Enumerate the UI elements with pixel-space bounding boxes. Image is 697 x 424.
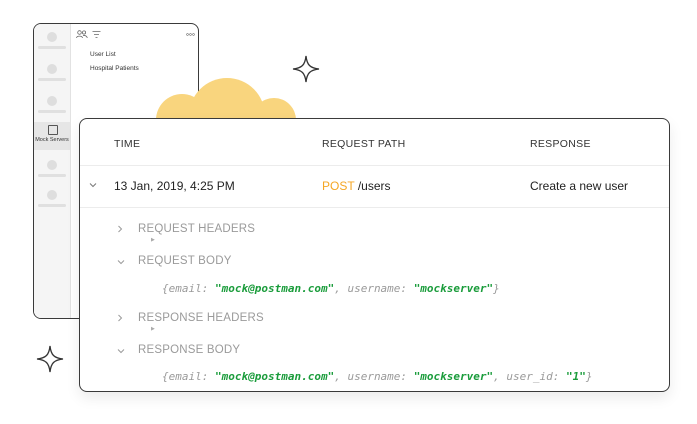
filter-icon[interactable] <box>92 30 101 42</box>
chevron-right-icon[interactable] <box>117 225 123 235</box>
sidebar-item-placeholder[interactable] <box>34 96 70 118</box>
response-headers-toggle[interactable]: RESPONSE HEADERS <box>138 312 264 324</box>
cursor-icon: ▶ <box>151 326 155 332</box>
response-body-code: {email: "mock@postman.com", username: "m… <box>162 370 593 383</box>
mock-server-icon <box>48 125 58 135</box>
column-header-response: RESPONSE <box>530 138 591 150</box>
people-icon[interactable] <box>76 30 88 42</box>
list-item[interactable]: Hospital Patients <box>90 64 139 78</box>
chevron-down-icon[interactable] <box>117 346 125 356</box>
sparkle-icon <box>36 345 64 373</box>
table-row[interactable]: 13 Jan, 2019, 4:25 PM POST /users Create… <box>80 165 669 208</box>
row-time: 13 Jan, 2019, 4:25 PM <box>114 179 235 193</box>
sidebar-item-placeholder[interactable] <box>34 190 70 212</box>
row-response: Create a new user <box>530 179 629 193</box>
request-body-code: {email: "mock@postman.com", username: "m… <box>162 282 500 295</box>
list-item[interactable]: User List <box>90 50 139 64</box>
response-body-toggle[interactable]: RESPONSE BODY <box>138 344 240 356</box>
http-method: POST <box>322 179 355 193</box>
sidebar-item-mock-servers[interactable]: Mock Servers <box>34 122 70 150</box>
column-header-time: TIME <box>114 138 141 150</box>
sidebar-item-placeholder[interactable] <box>34 64 70 86</box>
more-icon[interactable] <box>186 30 195 42</box>
column-header-request-path: REQUEST PATH <box>322 138 406 150</box>
request-path: /users <box>357 179 391 193</box>
cursor-icon: ▶ <box>151 237 155 243</box>
sidebar-item-placeholder[interactable] <box>34 160 70 182</box>
chevron-down-icon[interactable] <box>117 257 125 267</box>
sidebar-item-placeholder[interactable] <box>34 32 70 54</box>
sparkle-icon <box>292 55 320 83</box>
request-headers-toggle[interactable]: REQUEST HEADERS <box>138 223 255 235</box>
chevron-right-icon[interactable] <box>117 314 123 324</box>
request-log-card: TIME REQUEST PATH RESPONSE 13 Jan, 2019,… <box>79 118 670 392</box>
mock-server-list: User List Hospital Patients <box>90 50 139 78</box>
sidebar-rail: Mock Servers <box>34 24 71 318</box>
chevron-down-icon[interactable] <box>89 180 97 190</box>
request-body-toggle[interactable]: REQUEST BODY <box>138 255 232 267</box>
sidebar-toolbar <box>76 30 195 42</box>
cloud-illustration <box>156 78 296 123</box>
row-request-path: POST /users <box>322 179 391 193</box>
sidebar-item-label: Mock Servers <box>35 137 69 143</box>
table-header: TIME REQUEST PATH RESPONSE <box>80 119 669 166</box>
